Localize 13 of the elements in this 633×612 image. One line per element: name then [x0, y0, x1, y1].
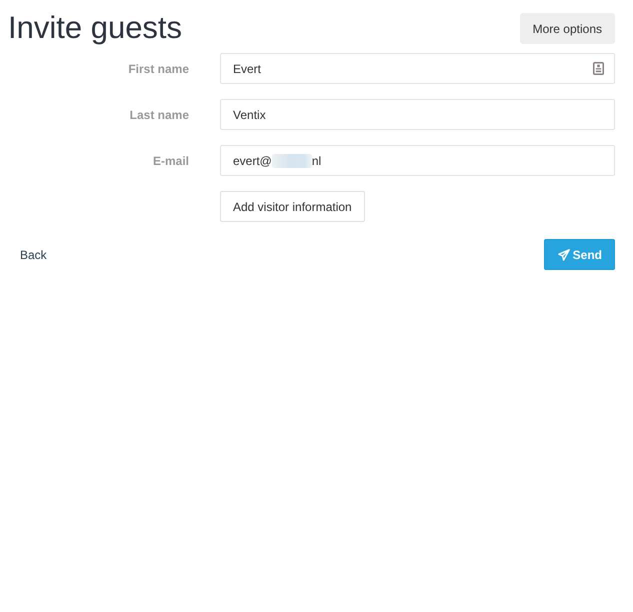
- send-icon: [558, 248, 570, 260]
- add-visitor-button[interactable]: Add visitor information: [220, 191, 365, 222]
- field-label: Last name: [128, 108, 189, 122]
- input-field[interactable]: Evert: [220, 53, 615, 84]
- field-label: First name: [127, 62, 189, 76]
- input-field[interactable]: evert@ nl: [220, 145, 615, 176]
- field-label: E-mail: [152, 154, 189, 168]
- back-link[interactable]: Back: [20, 248, 47, 262]
- input-field[interactable]: Ventix: [220, 99, 615, 130]
- contact-card-icon: [593, 62, 604, 75]
- redaction-block: [272, 154, 312, 168]
- more-options-button[interactable]: More options: [520, 13, 615, 44]
- page-title: Invite guests: [8, 10, 182, 46]
